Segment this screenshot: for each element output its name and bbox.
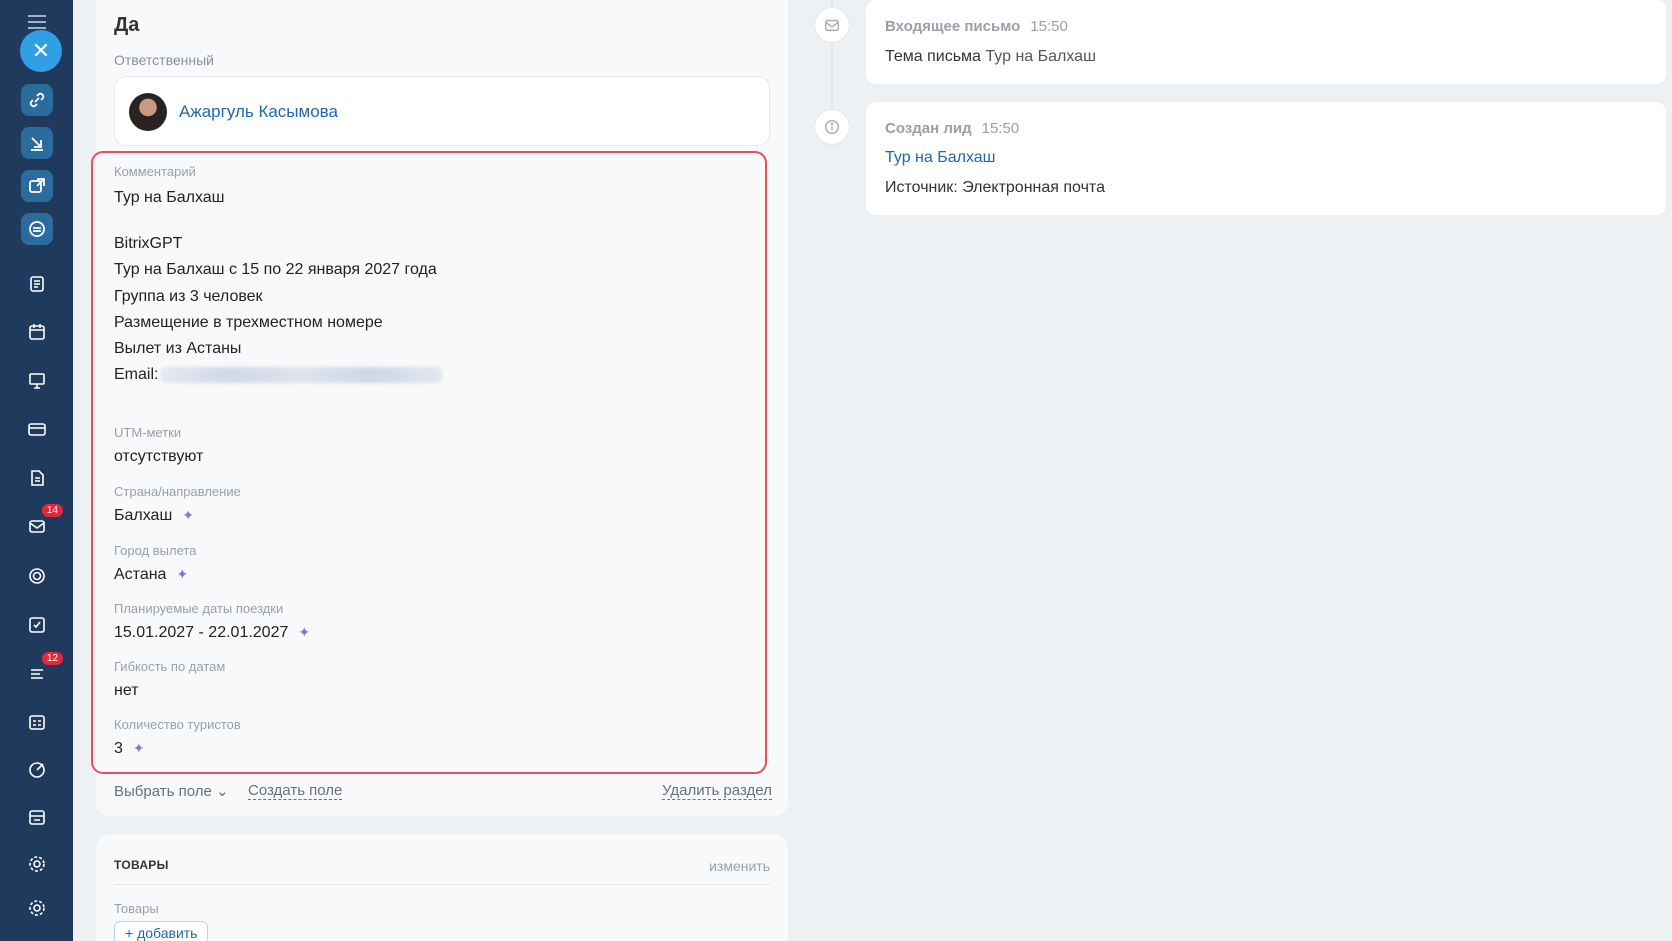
- settings-icon[interactable]: [21, 848, 53, 880]
- calendar-icon[interactable]: [21, 316, 53, 348]
- lead-title: Создан лид: [885, 120, 972, 137]
- close-button[interactable]: ✕: [20, 30, 62, 72]
- goods-label: Товары: [114, 901, 159, 916]
- delete-section-link[interactable]: Удалить раздел: [662, 782, 772, 800]
- sparkle-icon: ✦: [176, 566, 189, 582]
- sparkle-icon: ✦: [298, 624, 311, 640]
- lead-time: 15:50: [981, 120, 1020, 137]
- section-title: Да: [114, 14, 140, 36]
- utm-value: отсутствуют: [114, 448, 204, 465]
- sparkle-icon: ✦: [182, 507, 195, 523]
- comment-line: BitrixGPT: [114, 235, 183, 252]
- utm-label: UTM-метки: [114, 425, 182, 440]
- select-field-label: Выбрать поле: [114, 783, 212, 800]
- avatar[interactable]: [129, 93, 167, 131]
- comment-text: BitrixGPT Тур на Балхаш с 15 по 22 январ…: [114, 231, 443, 389]
- add-goods-button[interactable]: + добавить: [114, 921, 209, 941]
- target-icon[interactable]: [21, 560, 53, 592]
- comment-line: Тур на Балхаш с 15 по 22 января 2027 год…: [114, 261, 437, 279]
- dates-value: 15.01.2027 - 22.01.2027: [114, 624, 289, 641]
- comment-line: Размещение в трехместном номере: [114, 313, 383, 331]
- link-icon[interactable]: [21, 84, 53, 116]
- comment-line: Вылет из Астаны: [114, 340, 242, 358]
- mail-badge: 14: [41, 504, 63, 517]
- chat-icon[interactable]: [21, 213, 53, 245]
- chevron-down-icon: ⌄: [216, 783, 229, 800]
- external-link-icon[interactable]: [21, 170, 53, 202]
- lead-source: Источник: Электронная почта: [885, 179, 1105, 196]
- presentation-icon[interactable]: [21, 365, 53, 397]
- city-field: Астана ✦: [114, 566, 188, 584]
- country-value: Балхаш: [114, 507, 173, 524]
- country-field: Балхаш ✦: [114, 507, 194, 525]
- timeline-email-title: Входящее письмо 15:50: [885, 18, 1068, 35]
- sparkle-icon: ✦: [132, 740, 145, 756]
- flex-label: Гибкость по датам: [114, 659, 226, 674]
- select-field-dropdown[interactable]: Выбрать поле ⌄: [114, 782, 229, 800]
- responsible-name-link[interactable]: Ажаргуль Касымова: [179, 102, 338, 122]
- info-icon: [814, 109, 850, 145]
- goods-title: ТОВАРЫ: [114, 858, 169, 872]
- goods-edit-link[interactable]: изменить: [709, 858, 770, 874]
- email-subject: Тур на Балхаш: [985, 48, 1096, 65]
- comment-label: Комментарий: [114, 164, 196, 179]
- email-title: Входящее письмо: [885, 18, 1021, 35]
- email-label: Email:: [114, 366, 159, 384]
- country-label: Страна/направление: [114, 484, 241, 499]
- comment-title: Тур на Балхаш: [114, 189, 225, 206]
- timeline-email-card[interactable]: Входящее письмо 15:50 Тема письма Тур на …: [866, 0, 1666, 84]
- feed-icon[interactable]: 12: [21, 652, 63, 690]
- flex-value: нет: [114, 682, 139, 699]
- dates-label: Планируемые даты поездки: [114, 601, 284, 616]
- feed-badge: 12: [41, 652, 63, 665]
- tourists-field: 3 ✦: [114, 740, 145, 758]
- checkbox-icon[interactable]: [21, 609, 53, 641]
- tourists-value: 3: [114, 740, 123, 757]
- timeline-lead-title: Создан лид 15:50: [885, 120, 1019, 137]
- storage-icon[interactable]: [21, 801, 53, 833]
- goal-icon[interactable]: [21, 754, 53, 786]
- mail-icon[interactable]: 14: [21, 504, 63, 542]
- responsible-box: Ажаргуль Касымова: [114, 76, 770, 146]
- responsible-label: Ответственный: [114, 52, 214, 68]
- timeline-lead-card[interactable]: Создан лид 15:50 Тур на Балхаш Источник: …: [866, 102, 1666, 215]
- create-field-link[interactable]: Создать поле: [248, 782, 343, 800]
- document-list-icon[interactable]: [21, 268, 53, 300]
- city-value: Астана: [114, 566, 167, 583]
- lead-link[interactable]: Тур на Балхаш: [885, 149, 996, 167]
- gear-icon[interactable]: [21, 892, 53, 924]
- email-subject-line: Тема письма Тур на Балхаш: [885, 48, 1096, 66]
- mail-icon: [814, 7, 850, 43]
- arrow-down-right-icon[interactable]: [21, 127, 53, 159]
- comment-line: Группа из 3 человек: [114, 287, 263, 305]
- email-subject-label: Тема письма: [885, 48, 981, 65]
- blurred-email: [160, 367, 443, 384]
- tourists-label: Количество туристов: [114, 717, 241, 732]
- email-time: 15:50: [1030, 18, 1068, 35]
- divider: [114, 884, 770, 885]
- schedule-icon[interactable]: [21, 706, 53, 738]
- goods-card: ТОВАРЫ изменить Товары + добавить: [96, 834, 788, 941]
- email-line: Email:: [114, 362, 443, 388]
- left-sidebar: ✕ 14 12: [0, 0, 73, 941]
- card-icon[interactable]: [21, 413, 53, 445]
- dates-field: 15.01.2027 - 22.01.2027 ✦: [114, 624, 310, 642]
- city-label: Город вылета: [114, 543, 197, 558]
- file-icon[interactable]: [21, 462, 53, 494]
